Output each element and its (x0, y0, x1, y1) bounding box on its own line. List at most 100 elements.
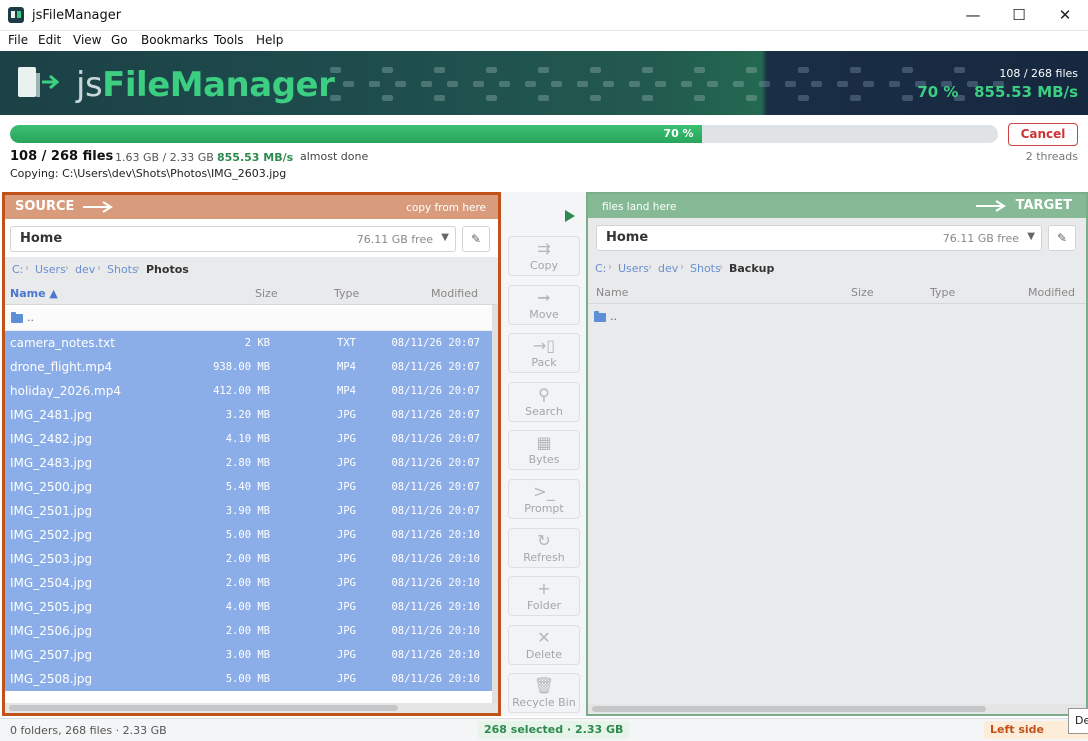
column-type[interactable]: Type (334, 287, 359, 300)
parent-folder-row[interactable]: .. (588, 306, 1086, 330)
breadcrumb: C: › Users › dev › Shots › Photos (5, 257, 498, 281)
column-type[interactable]: Type (930, 286, 955, 299)
source-location-select[interactable]: Home 76.11 GB free ▼ (10, 226, 456, 252)
file-row[interactable]: IMG_2482.jpg 4.10 MB JPG 08/11/26 20:07 (5, 427, 492, 451)
pack-button[interactable]: →▯ Pack (508, 333, 580, 374)
folder-button[interactable]: + Folder (508, 576, 580, 617)
breadcrumb-item[interactable]: Backup (729, 262, 774, 275)
file-size: 4.00 MB (225, 601, 270, 613)
file-row[interactable]: IMG_2501.jpg 3.90 MB JPG 08/11/26 20:07 (5, 499, 492, 523)
file-transfer-logo-icon (18, 67, 60, 97)
file-name: IMG_2505.jpg (10, 600, 93, 614)
breadcrumb-item[interactable]: Photos (146, 263, 189, 276)
column-name[interactable]: Name ▲ (10, 287, 58, 300)
file-row[interactable]: drone_flight.mp4 938.00 MB MP4 08/11/26 20:… (5, 355, 492, 379)
parent-folder-label: .. (27, 311, 34, 324)
folder-icon (11, 312, 23, 323)
close-window-button[interactable]: ✕ (1042, 0, 1088, 31)
file-row[interactable]: IMG_2503.jpg 2.00 MB JPG 08/11/26 20:10 (5, 547, 492, 571)
transfer-dot (590, 67, 601, 73)
file-row[interactable]: IMG_2481.jpg 3.20 MB JPG 08/11/26 20:07 (5, 403, 492, 427)
copy-button[interactable]: ⇉ Copy (508, 236, 580, 276)
parent-folder-row[interactable]: .. (5, 307, 492, 331)
vertical-scrollbar[interactable] (492, 305, 498, 703)
prompt-button[interactable]: >_ Prompt (508, 479, 580, 519)
transfer-dot (538, 67, 549, 73)
transfer-dot (577, 81, 588, 87)
delete-button[interactable]: ✕ Delete (508, 624, 580, 665)
menu-bookmarks[interactable]: Bookmarks (141, 33, 208, 47)
column-size[interactable]: Size (255, 287, 278, 300)
breadcrumb-item[interactable]: Shots (107, 263, 138, 276)
column-modified[interactable]: Modified (1028, 286, 1075, 299)
folder-icon (594, 311, 606, 322)
edit-location-button[interactable]: ✎ (462, 226, 490, 252)
transfer-dot (798, 95, 809, 101)
menu-go[interactable]: Go (111, 33, 128, 47)
minimize-button[interactable]: — (950, 0, 996, 31)
bytes-button[interactable]: ▦ Bytes (508, 430, 580, 471)
horizontal-scrollbar[interactable] (5, 703, 498, 713)
column-name[interactable]: Name (596, 286, 628, 299)
transfer-dot (382, 95, 393, 101)
breadcrumb-item[interactable]: Shots (690, 262, 721, 275)
edit-location-button[interactable]: ✎ (1048, 225, 1076, 251)
file-row[interactable]: camera_notes.txt 2 KB TXT 08/11/26 20:07 (5, 331, 492, 355)
file-row[interactable]: IMG_2483.jpg 2.80 MB JPG 08/11/26 20:07 (5, 451, 492, 475)
breadcrumb-separator: › (136, 263, 140, 274)
transfer-dot (369, 81, 380, 87)
breadcrumb-item[interactable]: C: (595, 262, 606, 275)
move-arrow-icon: ➞ (537, 287, 551, 307)
chevron-down-icon: ▼ (1027, 231, 1035, 242)
column-modified[interactable]: Modified (431, 287, 478, 300)
target-location-select[interactable]: Home 76.11 GB free ▼ (596, 225, 1042, 251)
maximize-button[interactable]: ☐ (996, 0, 1042, 31)
pencil-icon: ✎ (470, 232, 482, 246)
file-row[interactable]: IMG_2507.jpg 3.00 MB JPG 08/11/26 20:10 (5, 643, 492, 667)
file-row[interactable]: IMG_2506.jpg 2.00 MB JPG 08/11/26 20:10 (5, 619, 492, 643)
parent-folder-label: .. (610, 310, 617, 323)
file-size: 5.00 MB (225, 529, 270, 541)
transfer-dot (902, 67, 913, 73)
search-button[interactable]: ⚲ Search (508, 381, 580, 422)
file-row[interactable]: holiday_2026.mp4 412.00 MB MP4 08/11/26 20:… (5, 379, 492, 403)
file-modified: 08/11/26 20:10 (391, 649, 480, 661)
breadcrumb-item[interactable]: C: (12, 263, 23, 276)
file-name: IMG_2508.jpg (10, 672, 93, 686)
file-modified: 08/11/26 20:07 (391, 361, 480, 373)
transfer-dot (954, 67, 965, 73)
recycle-bin-button[interactable]: 🗑 Recycle Bin (508, 673, 580, 714)
menu-edit[interactable]: Edit (38, 33, 61, 47)
new-folder-plus-icon: + (537, 579, 551, 599)
file-size: 4.10 MB (225, 433, 270, 445)
menu-help[interactable]: Help (256, 33, 283, 47)
file-row[interactable]: IMG_2502.jpg 5.00 MB JPG 08/11/26 20:10 (5, 523, 492, 547)
menu-file[interactable]: File (8, 33, 28, 47)
breadcrumb-item[interactable]: dev (658, 262, 678, 275)
breadcrumb-item[interactable]: Users (35, 263, 66, 276)
file-row[interactable]: IMG_2508.jpg 5.00 MB JPG 08/11/26 20:10 (5, 667, 492, 691)
menu-view[interactable]: View (73, 33, 101, 47)
refresh-button[interactable]: ↻ Refresh (508, 527, 580, 568)
menu-tools[interactable]: Tools (214, 33, 244, 47)
horizontal-scrollbar[interactable] (588, 704, 1086, 714)
file-row[interactable]: IMG_2505.jpg 4.00 MB JPG 08/11/26 20:10 (5, 595, 492, 619)
transfer-dot (707, 81, 718, 87)
target-panel[interactable]: files land here TARGET Home 76.11 GB fre… (586, 192, 1088, 716)
transfer-dot (434, 67, 445, 73)
progress-bar: 70 % (10, 125, 998, 143)
source-panel[interactable]: SOURCE copy from here Home 76.11 GB free… (2, 192, 501, 716)
transfer-dot (694, 67, 705, 73)
target-label: TARGET (1015, 198, 1072, 213)
file-type: JPG (337, 649, 356, 661)
file-size: 2 KB (244, 337, 270, 349)
tooltip: De (1068, 708, 1088, 734)
move-button[interactable]: ➞ Move (508, 284, 580, 325)
column-size[interactable]: Size (851, 286, 874, 299)
breadcrumb-item[interactable]: dev (75, 263, 95, 276)
file-row[interactable]: IMG_2500.jpg 5.40 MB JPG 08/11/26 20:07 (5, 475, 492, 499)
file-modified: 08/11/26 20:07 (391, 457, 480, 469)
cancel-button[interactable]: Cancel (1008, 123, 1078, 146)
file-row[interactable]: IMG_2504.jpg 2.00 MB JPG 08/11/26 20:10 (5, 571, 492, 595)
breadcrumb-item[interactable]: Users (618, 262, 649, 275)
